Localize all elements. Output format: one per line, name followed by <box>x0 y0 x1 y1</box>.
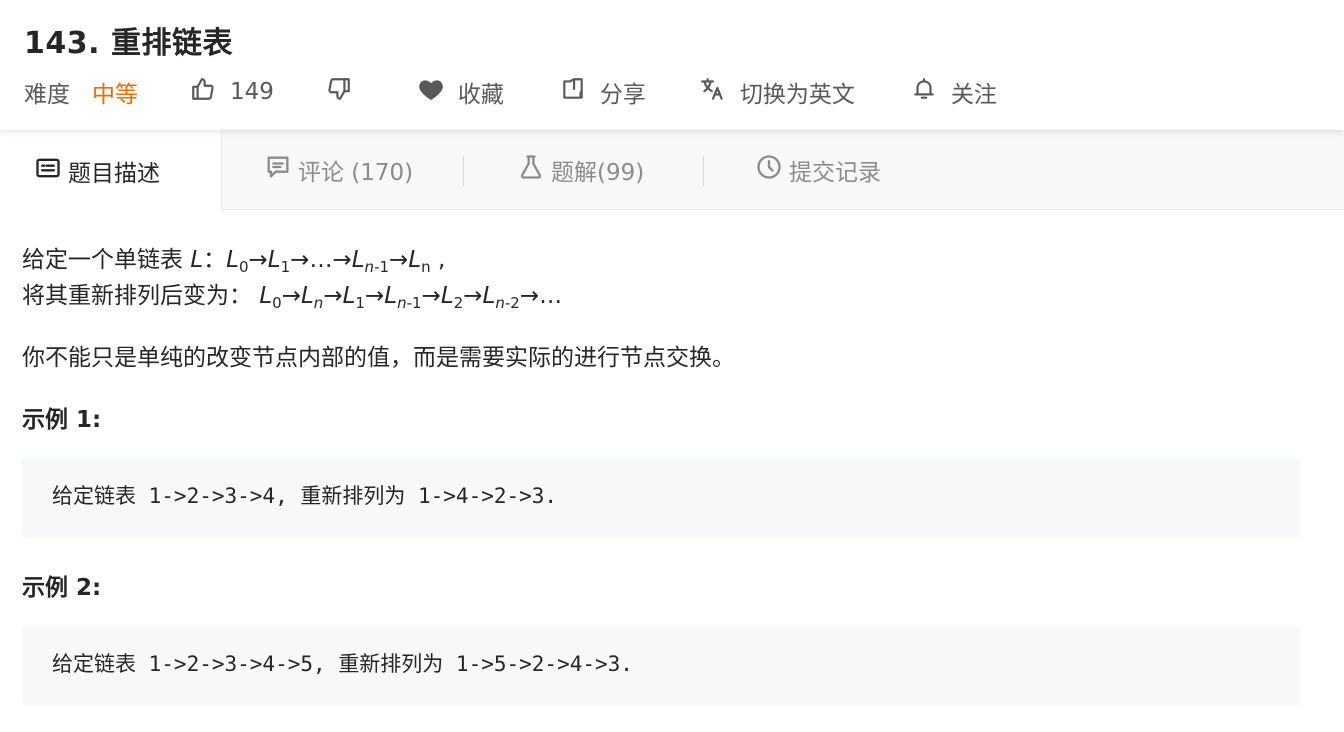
translate-icon <box>700 76 726 108</box>
description-line-2-text: 将其重新排列后变为： <box>22 283 252 309</box>
difficulty-label: 难度 <box>24 82 70 108</box>
example-1-code: 给定链表 1->2->3->4, 重新排列为 1->4->2->3. <box>52 484 558 508</box>
heart-icon <box>418 76 444 108</box>
tab-label: 评论 (170) <box>298 160 414 186</box>
thumbs-down-icon <box>326 76 352 108</box>
thumbs-up-icon <box>190 76 216 108</box>
tab-solutions[interactable]: 题解(99) <box>517 130 644 210</box>
follow-label: 关注 <box>950 82 997 108</box>
tab-label: 提交记录 <box>789 160 881 186</box>
like-button[interactable]: 149 <box>190 76 274 108</box>
tab-comments[interactable]: 评论 (170) <box>264 130 413 210</box>
bell-icon <box>911 76 937 108</box>
problem-description: 给定一个单链表 L：L0→L1→…→Ln-1→Ln , 将其重新排列后变为： L… <box>0 210 1344 732</box>
description-paragraph: 你不能只是单纯的改变节点内部的值，而是需要实际的进行节点交换。 <box>22 345 735 371</box>
switch-language-button[interactable]: 切换为英文 <box>700 75 855 109</box>
description-line-1: 给定一个单链表 L：L0→L1→…→Ln-1→Ln , <box>22 247 446 276</box>
favorite-button[interactable]: 收藏 <box>418 75 504 109</box>
tab-submissions[interactable]: 提交记录 <box>755 130 881 210</box>
tab-divider <box>703 156 704 186</box>
switch-language-label: 切换为英文 <box>739 82 855 108</box>
example-2-codeblock: 给定链表 1->2->3->4->5, 重新排列为 1->5->2->4->3. <box>22 626 1300 706</box>
description-line-2: 将其重新排列后变为： L0→Ln→L1→Ln-1→L2→Ln-2→… <box>22 283 563 312</box>
example-1-codeblock: 给定链表 1->2->3->4, 重新排列为 1->4->2->3. <box>22 458 1300 538</box>
description-icon <box>34 154 68 188</box>
example-2-heading: 示例 2: <box>22 575 102 601</box>
description-line-1-text: 给定一个单链表 <box>22 247 191 273</box>
tab-label: 题目描述 <box>68 160 160 187</box>
problem-meta-bar: 难度 中等 149 收藏 分享 切换为英文 关注 <box>24 74 997 110</box>
tab-description[interactable]: 题目描述 <box>0 130 222 211</box>
dislike-button[interactable] <box>326 76 352 108</box>
share-label: 分享 <box>599 82 646 108</box>
problem-title: 143. 重排链表 <box>24 26 233 61</box>
example-2-code: 给定链表 1->2->3->4->5, 重新排列为 1->5->2->4->3. <box>52 652 633 676</box>
share-button[interactable]: 分享 <box>560 75 646 109</box>
difficulty-value: 中等 <box>92 82 138 108</box>
tab-label: 题解(99) <box>551 160 645 186</box>
problem-header: 143. 重排链表 难度 中等 149 收藏 分享 切换为英文 关注 <box>0 0 1344 130</box>
clock-icon <box>755 153 789 187</box>
follow-button[interactable]: 关注 <box>911 75 997 109</box>
tab-bar: 题目描述 评论 (170) 题解(99) 提交记录 <box>0 130 1344 211</box>
comment-icon <box>264 153 298 187</box>
share-icon <box>560 76 586 108</box>
flask-icon <box>517 153 551 187</box>
tab-divider <box>463 156 464 186</box>
like-count: 149 <box>230 79 274 105</box>
example-1-heading: 示例 1: <box>22 407 102 433</box>
favorite-label: 收藏 <box>457 82 504 108</box>
